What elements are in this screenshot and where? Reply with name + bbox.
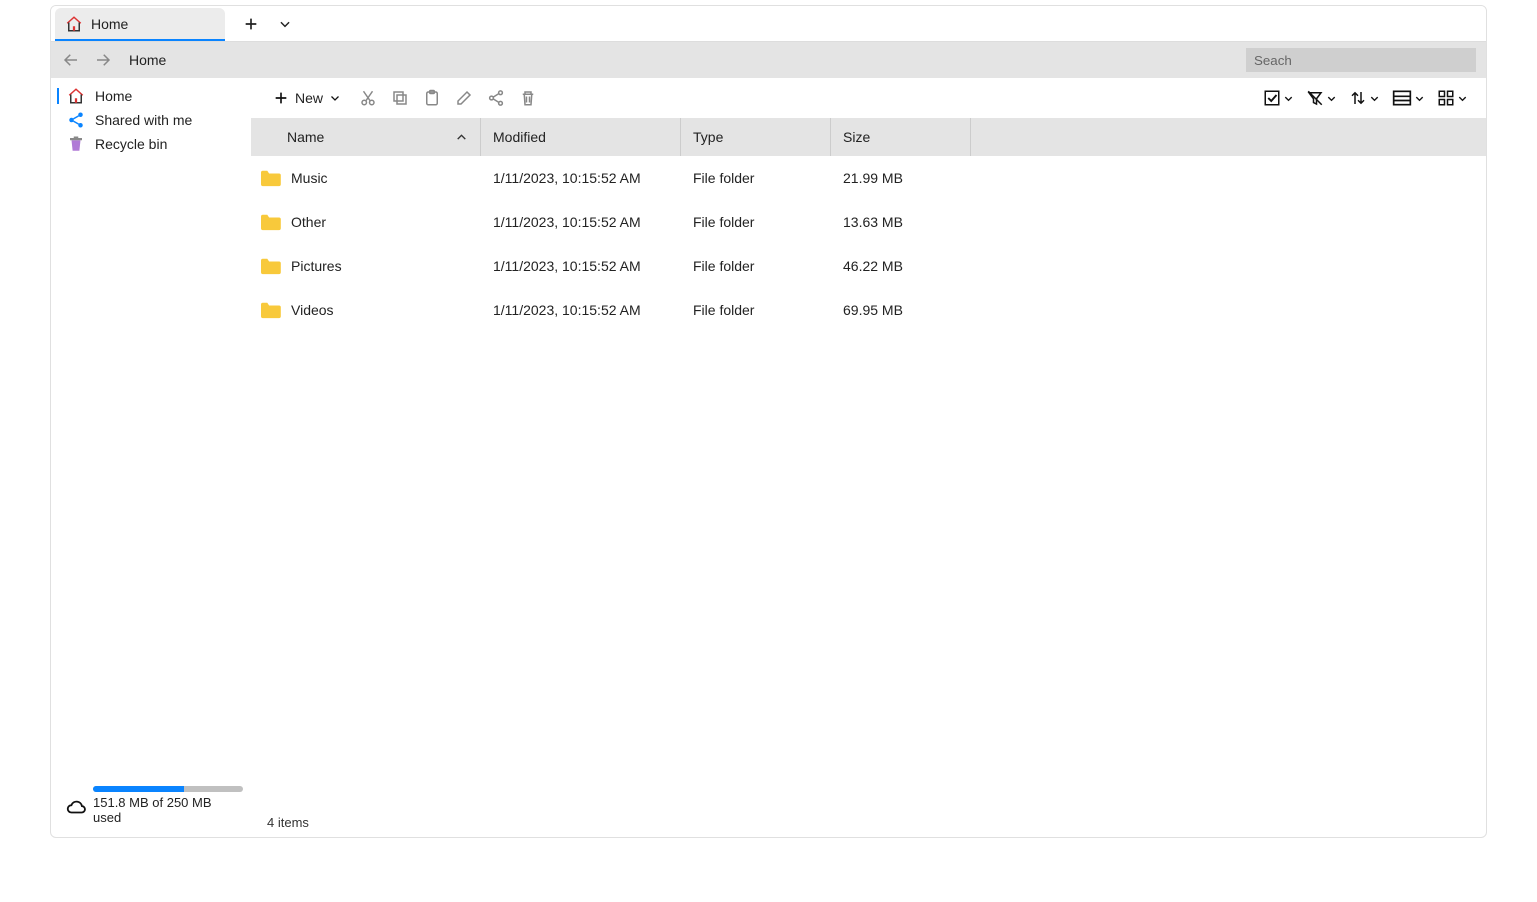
storage-bar [93,786,243,792]
home-icon [65,15,83,33]
status-item-count: 4 items [267,815,309,830]
sidebar: Home Shared with me Recycle bin [51,78,251,837]
rename-button[interactable] [451,85,477,111]
layout-dropdown[interactable] [1433,87,1472,109]
cut-button[interactable] [355,85,381,111]
table-row[interactable]: Other 1/11/2023, 10:15:52 AM File folder 13… [251,200,1486,244]
cell-name: Videos [291,302,334,318]
tab-home[interactable]: Home [55,8,225,41]
new-button[interactable]: New [265,86,349,110]
column-header-type[interactable]: Type [681,118,831,156]
search-input[interactable] [1246,48,1476,72]
new-tab-button[interactable] [241,14,261,34]
table-row[interactable]: Videos 1/11/2023, 10:15:52 AM File folder 6… [251,288,1486,332]
breadcrumb[interactable]: Home [125,52,1234,68]
chevron-down-icon [1457,93,1468,104]
storage-indicator: 151.8 MB of 250 MB used [51,780,251,831]
sidebar-item-label: Shared with me [95,112,192,128]
sidebar-item-shared[interactable]: Shared with me [51,108,251,132]
table-row[interactable]: Pictures 1/11/2023, 10:15:52 AM File folde… [251,244,1486,288]
sidebar-item-recycle[interactable]: Recycle bin [51,132,251,156]
cell-type: File folder [693,214,754,230]
cell-modified: 1/11/2023, 10:15:52 AM [493,302,641,318]
trash-icon [67,135,85,153]
filter-off-icon [1306,89,1324,107]
sort-asc-icon [455,131,468,144]
column-header-size[interactable]: Size [831,118,971,156]
sidebar-item-home[interactable]: Home [51,84,251,108]
address-bar: Home [51,42,1486,78]
storage-label: 151.8 MB of 250 MB used [93,795,243,825]
details-view-icon [1392,89,1412,107]
cell-modified: 1/11/2023, 10:15:52 AM [493,258,641,274]
folder-icon [259,213,281,231]
body: Home Shared with me Recycle bin [51,78,1486,837]
column-header-spacer [971,118,1486,156]
cell-size: 21.99 MB [843,170,903,186]
cell-size: 69.95 MB [843,302,903,318]
sidebar-item-label: Home [95,88,132,104]
column-label: Modified [493,129,546,145]
cell-type: File folder [693,302,754,318]
column-label: Size [843,129,870,145]
folder-icon [259,301,281,319]
status-bar: 4 items [251,807,1486,837]
cell-type: File folder [693,170,754,186]
select-dropdown[interactable] [1259,87,1298,109]
sidebar-item-label: Recycle bin [95,136,167,152]
plus-icon [273,90,289,106]
table-row[interactable]: Music 1/11/2023, 10:15:52 AM File folder 21… [251,156,1486,200]
folder-icon [259,257,281,275]
delete-button[interactable] [515,85,541,111]
share-button[interactable] [483,85,509,111]
cell-size: 13.63 MB [843,214,903,230]
copy-button[interactable] [387,85,413,111]
cell-modified: 1/11/2023, 10:15:52 AM [493,170,641,186]
chevron-down-icon [1283,93,1294,104]
toolbar: New [251,78,1486,118]
main-panel: New [251,78,1486,837]
cell-name: Pictures [291,258,342,274]
chevron-down-icon [1369,93,1380,104]
new-button-label: New [295,90,323,106]
details-dropdown[interactable] [1388,87,1429,109]
tab-bar: Home [51,6,1486,42]
table-header: Name Modified Type Size [251,118,1486,156]
nav-back-button[interactable] [61,50,81,70]
cloud-icon [65,796,85,816]
folder-icon [259,169,281,187]
tab-label: Home [91,16,128,32]
column-label: Name [287,129,324,145]
sort-dropdown[interactable] [1345,87,1384,109]
checkbox-icon [1263,89,1281,107]
chevron-down-icon [1326,93,1337,104]
home-icon [67,87,85,105]
file-manager-window: Home Home [50,5,1487,838]
tab-dropdown-button[interactable] [275,14,295,34]
column-header-name[interactable]: Name [251,118,481,156]
cell-type: File folder [693,258,754,274]
grid-icon [1437,89,1455,107]
cell-modified: 1/11/2023, 10:15:52 AM [493,214,641,230]
chevron-down-icon [329,92,341,104]
paste-button[interactable] [419,85,445,111]
cell-name: Music [291,170,328,186]
sort-icon [1349,89,1367,107]
chevron-down-icon [1414,93,1425,104]
filter-dropdown[interactable] [1302,87,1341,109]
share-icon [67,111,85,129]
file-table: Name Modified Type Size [251,118,1486,807]
cell-size: 46.22 MB [843,258,903,274]
column-header-modified[interactable]: Modified [481,118,681,156]
cell-name: Other [291,214,326,230]
nav-forward-button[interactable] [93,50,113,70]
column-label: Type [693,129,723,145]
